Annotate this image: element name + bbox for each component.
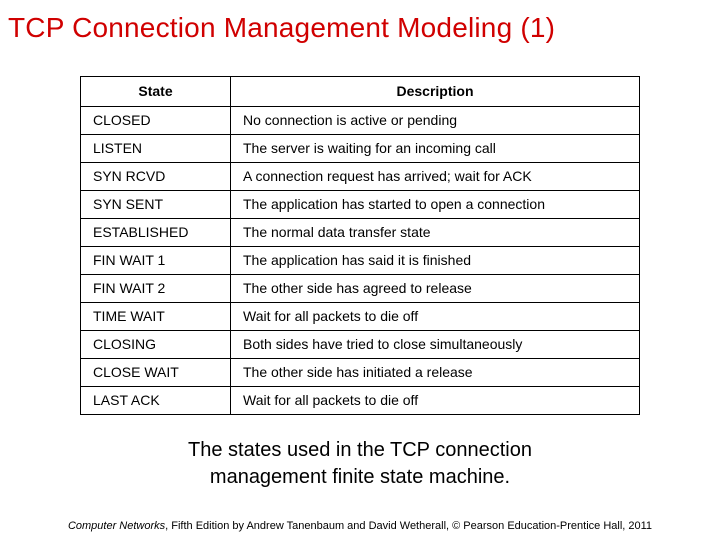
state-cell: TIME WAIT <box>81 303 231 331</box>
table-row: LAST ACK Wait for all packets to die off <box>81 387 640 415</box>
table-row: FIN WAIT 1 The application has said it i… <box>81 247 640 275</box>
table-row: CLOSE WAIT The other side has initiated … <box>81 359 640 387</box>
description-cell: Wait for all packets to die off <box>231 387 640 415</box>
state-cell: CLOSING <box>81 331 231 359</box>
table-row: CLOSED No connection is active or pendin… <box>81 107 640 135</box>
description-cell: No connection is active or pending <box>231 107 640 135</box>
state-cell: LAST ACK <box>81 387 231 415</box>
table-row: SYN RCVD A connection request has arrive… <box>81 163 640 191</box>
state-cell: SYN SENT <box>81 191 231 219</box>
state-cell: FIN WAIT 2 <box>81 275 231 303</box>
slide-title: TCP Connection Management Modeling (1) <box>0 0 720 44</box>
table-row: CLOSING Both sides have tried to close s… <box>81 331 640 359</box>
state-cell: FIN WAIT 1 <box>81 247 231 275</box>
description-cell: The application has started to open a co… <box>231 191 640 219</box>
state-cell: CLOSED <box>81 107 231 135</box>
header-description: Description <box>231 77 640 107</box>
description-cell: Both sides have tried to close simultane… <box>231 331 640 359</box>
state-cell: ESTABLISHED <box>81 219 231 247</box>
table-row: FIN WAIT 2 The other side has agreed to … <box>81 275 640 303</box>
table-row: ESTABLISHED The normal data transfer sta… <box>81 219 640 247</box>
description-cell: The normal data transfer state <box>231 219 640 247</box>
caption-line-2: management finite state machine. <box>210 466 510 488</box>
description-cell: The other side has initiated a release <box>231 359 640 387</box>
state-cell: LISTEN <box>81 135 231 163</box>
caption-line-1: The states used in the TCP connection <box>188 439 532 461</box>
footer-attribution: , Fifth Edition by Andrew Tanenbaum and … <box>165 520 652 532</box>
slide-footer: Computer Networks, Fifth Edition by Andr… <box>0 520 720 532</box>
header-state: State <box>81 77 231 107</box>
slide-caption: The states used in the TCP connection ma… <box>0 437 720 491</box>
description-cell: A connection request has arrived; wait f… <box>231 163 640 191</box>
state-cell: CLOSE WAIT <box>81 359 231 387</box>
description-cell: The server is waiting for an incoming ca… <box>231 135 640 163</box>
table-row: SYN SENT The application has started to … <box>81 191 640 219</box>
table-header-row: State Description <box>81 77 640 107</box>
footer-book-title: Computer Networks <box>68 520 165 532</box>
states-table: State Description CLOSED No connection i… <box>80 76 640 415</box>
states-table-container: State Description CLOSED No connection i… <box>80 76 640 415</box>
description-cell: Wait for all packets to die off <box>231 303 640 331</box>
table-row: LISTEN The server is waiting for an inco… <box>81 135 640 163</box>
description-cell: The other side has agreed to release <box>231 275 640 303</box>
state-cell: SYN RCVD <box>81 163 231 191</box>
table-row: TIME WAIT Wait for all packets to die of… <box>81 303 640 331</box>
description-cell: The application has said it is finished <box>231 247 640 275</box>
